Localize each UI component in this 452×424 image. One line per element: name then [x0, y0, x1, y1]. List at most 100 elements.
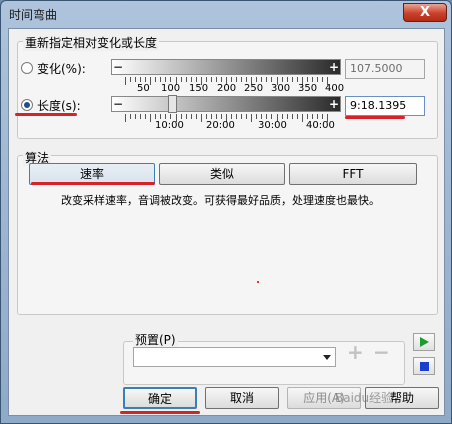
algorithm-similar-button[interactable]: 类似: [159, 163, 285, 185]
slider-tick: [135, 114, 137, 119]
slider-tick: [185, 114, 187, 119]
change-tick-label: 50: [137, 83, 150, 94]
slider-tick: [220, 77, 222, 82]
slider-tick: [200, 114, 202, 122]
algorithm-description: 改变采样速率，音调被改变。可获得最好品质，处理速度也最快。: [61, 194, 380, 207]
dialog-window: 时间弯曲 X 重新指定相对变化或长度 变化(%): − + 50 100 150…: [0, 0, 452, 424]
change-percent-label: 变化(%):: [37, 62, 86, 76]
slider-tick: [261, 77, 263, 82]
stretch-group-label: 重新指定相对变化或长度: [23, 34, 160, 51]
close-button[interactable]: X: [403, 3, 447, 22]
slider-tick: [165, 114, 167, 119]
slider-tick: [185, 77, 187, 82]
slider-tick: [140, 114, 142, 119]
cancel-button[interactable]: 取消: [205, 387, 279, 409]
slider-tick: [195, 114, 197, 119]
slider-tick: [155, 77, 157, 82]
slider-tick: [130, 114, 132, 119]
slider-tick: [180, 114, 182, 119]
length-tick-label: 10:00: [155, 120, 184, 131]
slider-plus-icon[interactable]: +: [328, 59, 340, 75]
slider-tick: [210, 77, 212, 82]
highlight-underline: [345, 116, 405, 119]
length-slider[interactable]: − +: [111, 95, 341, 113]
length-radio[interactable]: [21, 99, 33, 111]
slider-tick: [321, 114, 323, 119]
length-slider-thumb[interactable]: [168, 95, 177, 113]
dialog-client-area: 重新指定相对变化或长度 变化(%): − + 50 100 150 200 25…: [8, 28, 445, 416]
slider-tick: [286, 77, 288, 82]
slider-tick: [241, 77, 243, 82]
slider-tick: [241, 114, 243, 119]
slider-plus-icon[interactable]: +: [328, 96, 340, 112]
algorithm-fft-button[interactable]: FFT: [289, 163, 417, 185]
slider-tick: [286, 114, 288, 119]
length-tick-label: 30:00: [258, 120, 287, 131]
highlight-underline: [120, 411, 200, 414]
slider-tick: [215, 77, 217, 82]
change-tick-label: 250: [244, 83, 264, 94]
slider-tick: [165, 77, 167, 82]
change-percent-slider[interactable]: − +: [111, 59, 341, 75]
slider-tick: [210, 114, 212, 119]
preset-label: 预置(P): [133, 331, 178, 348]
change-percent-radio[interactable]: [21, 62, 33, 74]
slider-tick: [150, 77, 152, 85]
watermark: Baidu经验: [335, 391, 394, 405]
slider-tick: [150, 114, 152, 122]
slider-tick: [301, 114, 303, 122]
slider-tick: [271, 77, 273, 82]
slider-tick: [321, 77, 323, 82]
slider-minus-icon[interactable]: −: [112, 96, 124, 112]
slider-tick: [236, 114, 238, 119]
slider-tick: [180, 77, 182, 82]
remove-preset-icon[interactable]: −: [373, 340, 390, 364]
slider-tick: [311, 77, 313, 82]
length-tick-label: 20:00: [206, 120, 235, 131]
play-button[interactable]: [413, 333, 435, 351]
slider-tick: [190, 77, 192, 82]
change-percent-input[interactable]: 107.5000: [345, 59, 425, 79]
slider-tick: [140, 77, 142, 82]
slider-tick: [261, 114, 263, 119]
play-icon: [420, 337, 429, 347]
change-tick-label: 200: [217, 83, 237, 94]
slider-tick: [246, 77, 248, 82]
slider-tick: [266, 114, 268, 119]
add-preset-icon[interactable]: +: [347, 340, 364, 364]
length-input[interactable]: 9:18.1395: [345, 96, 425, 116]
stop-icon: [420, 362, 429, 371]
chevron-down-icon[interactable]: [323, 355, 331, 360]
title-bar[interactable]: 时间弯曲 X: [1, 1, 451, 27]
slider-tick: [256, 77, 258, 82]
marker-dot: [257, 281, 259, 283]
stop-button[interactable]: [413, 357, 435, 375]
slider-tick: [231, 114, 233, 119]
slider-tick: [251, 114, 253, 122]
slider-tick: [281, 114, 283, 119]
slider-tick: [266, 77, 268, 82]
slider-minus-icon[interactable]: −: [112, 59, 124, 75]
slider-tick: [125, 114, 126, 122]
preset-select[interactable]: [133, 347, 336, 367]
slider-tick: [130, 77, 132, 82]
slider-tick: [231, 77, 233, 82]
slider-tick: [306, 77, 308, 82]
length-label: 长度(s):: [37, 99, 81, 113]
slider-tick: [145, 77, 147, 82]
change-tick-label: 300: [271, 83, 291, 94]
slider-tick: [205, 114, 207, 119]
change-tick-label: 350: [298, 83, 318, 94]
slider-tick: [155, 114, 157, 119]
ok-button[interactable]: 确定: [123, 387, 197, 409]
change-tick-label: 150: [189, 83, 209, 94]
slider-tick: [236, 77, 238, 82]
slider-tick: [170, 114, 172, 119]
slider-tick: [316, 114, 318, 119]
slider-tick: [306, 114, 308, 119]
slider-tick: [205, 77, 207, 82]
length-tick-label: 40:00: [306, 120, 335, 131]
window-title: 时间弯曲: [9, 8, 58, 22]
highlight-underline: [31, 182, 155, 185]
slider-tick: [215, 114, 217, 119]
